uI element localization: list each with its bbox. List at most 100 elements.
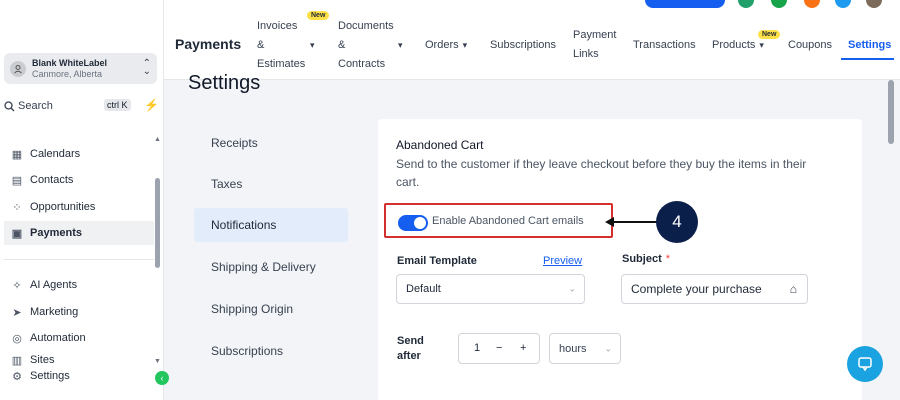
search-button[interactable]: Search ctrl K ⚡	[4, 96, 159, 116]
sidebar-item-opportunities[interactable]: ⁘ Opportunities	[4, 195, 154, 219]
ai-agents-icon: ✧	[12, 279, 22, 292]
chevron-down-icon: ▾	[759, 40, 764, 50]
time-unit-value: hours	[559, 342, 587, 355]
chevron-down-icon[interactable]: ▾	[310, 36, 315, 55]
sidebar-item-sites[interactable]: ▥ Sites	[4, 353, 154, 367]
settings-menu-taxes[interactable]: Taxes	[194, 167, 348, 201]
sidebar-item-ai-agents[interactable]: ✧ AI Agents	[4, 273, 154, 297]
tab-transactions[interactable]: Transactions	[633, 36, 696, 55]
annotation-arrow-head	[605, 217, 614, 227]
card-title: Abandoned Cart	[396, 138, 484, 152]
collapse-sidebar-icon[interactable]: ‹	[155, 371, 169, 385]
abandoned-cart-toggle[interactable]	[398, 215, 428, 231]
tab-label: &	[257, 39, 265, 51]
sidebar-item-label: Opportunities	[30, 201, 96, 213]
tag-icon[interactable]: ⌂	[790, 282, 797, 296]
settings-menu-notifications[interactable]: Notifications	[194, 208, 348, 242]
tab-label: Products	[712, 39, 756, 51]
time-unit-select[interactable]: hours ⌄	[549, 333, 621, 364]
tab-label: Subscriptions	[490, 39, 557, 51]
sidebar-item-contacts[interactable]: ▤ Contacts	[4, 168, 154, 192]
settings-menu-receipts[interactable]: Receipts	[194, 126, 348, 160]
chat-icon	[858, 357, 872, 372]
tab-label: Invoices	[257, 20, 298, 32]
sidebar-item-label: Payments	[30, 227, 82, 239]
tab-subscriptions[interactable]: Subscriptions	[490, 36, 556, 55]
search-shortcut: ctrl K	[104, 99, 131, 111]
calendar-icon: ▦	[11, 148, 23, 161]
chat-widget-button[interactable]	[847, 346, 883, 382]
send-after-stepper[interactable]: 1 − +	[458, 333, 540, 364]
sidebar-item-label: Marketing	[30, 306, 79, 318]
sidebar-item-settings[interactable]: ⚙ Settings	[4, 367, 154, 385]
subject-label: Subject *	[622, 253, 670, 265]
sidebar-item-label: Automation	[30, 332, 86, 344]
chevron-down-icon: ⌄	[604, 343, 612, 353]
opportunities-icon: ⁘	[12, 201, 22, 214]
tab-coupons[interactable]: Coupons	[788, 36, 832, 55]
send-after-label: Send after	[397, 335, 424, 362]
tab-invoices-estimates[interactable]: Invoices & Estimates	[257, 17, 305, 74]
subject-input[interactable]: Complete your purchase ⌂	[621, 274, 808, 304]
email-template-select[interactable]: Default ⌄	[396, 274, 585, 304]
sites-icon: ▥	[11, 354, 23, 367]
tab-products[interactable]: Products ▾	[712, 36, 764, 55]
tab-documents-contracts[interactable]: Documents & Contracts	[338, 17, 394, 74]
preview-link[interactable]: Preview	[543, 255, 582, 267]
sidebar-item-label: Settings	[30, 370, 70, 382]
search-label: Search	[18, 100, 53, 112]
tab-label: Transactions	[633, 39, 696, 51]
scroll-down-arrow-icon[interactable]: ▼	[154, 358, 161, 365]
lightning-icon[interactable]: ⚡	[144, 98, 159, 112]
marketing-icon: ➤	[12, 306, 22, 319]
subject-value: Complete your purchase	[631, 282, 762, 296]
send-after-label-line: Send	[397, 335, 424, 347]
tab-label: Links	[573, 48, 599, 60]
account-switcher[interactable]: Blank WhiteLabel Canmore, Alberta ⌃ ⌄	[4, 53, 157, 84]
annotation-arrow-line	[613, 221, 657, 223]
step-number-badge: 4	[656, 201, 698, 243]
sidebar-item-automation[interactable]: ◎ Automation	[4, 326, 154, 350]
stepper-value: 1	[474, 342, 481, 354]
active-tab-indicator	[841, 58, 894, 60]
toggle-knob	[414, 217, 426, 229]
main-scrollbar[interactable]	[888, 80, 894, 144]
scroll-up-arrow-icon[interactable]: ▲	[154, 136, 161, 143]
settings-menu-subscriptions[interactable]: Subscriptions	[194, 334, 348, 368]
subject-label-text: Subject	[622, 253, 662, 265]
plus-icon[interactable]: +	[520, 342, 526, 354]
sidebar-item-label: Calendars	[30, 148, 81, 160]
sidebar-scrollbar[interactable]	[155, 178, 160, 268]
tab-settings[interactable]: Settings	[848, 36, 891, 55]
sidebar-item-calendars[interactable]: ▦ Calendars	[4, 142, 154, 166]
contacts-icon: ▤	[11, 174, 23, 187]
search-icon	[4, 100, 15, 111]
tab-orders[interactable]: Orders ▾	[425, 36, 467, 55]
new-badge: New	[307, 11, 330, 20]
send-after-label-line: after	[397, 350, 421, 362]
minus-icon[interactable]: −	[496, 342, 502, 354]
header-action-button[interactable]	[645, 0, 725, 8]
account-avatar-icon	[10, 60, 26, 77]
sidebar-item-marketing[interactable]: ➤ Marketing	[4, 300, 154, 324]
chevron-down-icon[interactable]: ▾	[398, 36, 403, 55]
page-title: Settings	[188, 72, 261, 94]
new-badge: New	[758, 30, 781, 39]
tab-payment-links[interactable]: Payment Links	[573, 26, 616, 64]
settings-menu-shipping-origin[interactable]: Shipping Origin	[194, 292, 348, 326]
sidebar-item-label: Sites	[30, 354, 55, 366]
email-template-label: Email Template	[397, 255, 477, 267]
highlight-box: Enable Abandoned Cart emails	[384, 203, 613, 238]
sidebar-item-label: AI Agents	[30, 279, 78, 291]
chevron-down-icon: ▾	[462, 40, 468, 50]
page-section-title: Payments	[175, 36, 242, 52]
tab-label: Coupons	[788, 39, 833, 51]
tab-label: Contracts	[338, 58, 386, 70]
toggle-label: Enable Abandoned Cart emails	[432, 215, 584, 227]
settings-menu-shipping-delivery[interactable]: Shipping & Delivery	[194, 250, 348, 284]
payments-icon: ▣	[11, 227, 23, 240]
card-description: Send to the customer if they leave check…	[396, 157, 807, 189]
sidebar-item-payments[interactable]: ▣ Payments	[4, 221, 154, 245]
tab-label: Documents	[338, 20, 394, 32]
sidebar-divider	[4, 259, 154, 260]
